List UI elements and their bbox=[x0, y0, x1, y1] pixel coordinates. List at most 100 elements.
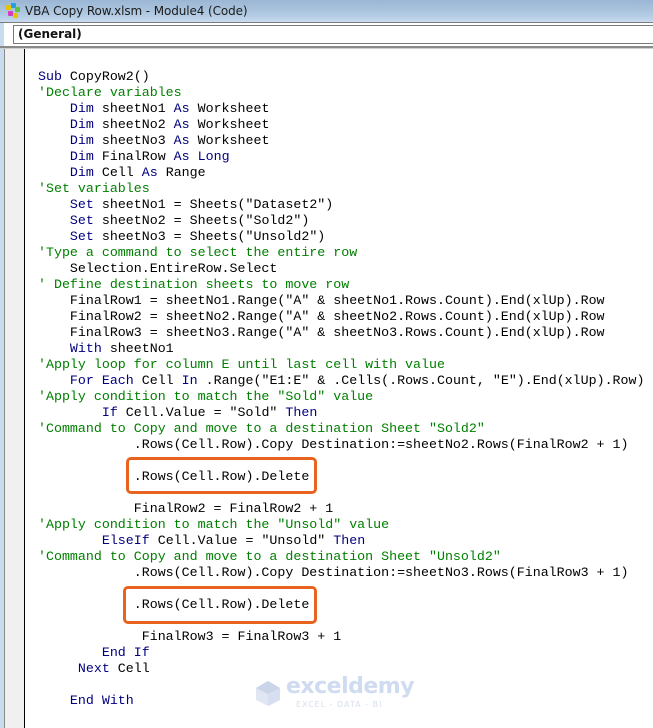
code-line[interactable]: FinalRow2 = FinalRow2 + 1 bbox=[38, 501, 644, 517]
code-line[interactable]: ' Define destination sheets to move row bbox=[38, 277, 644, 293]
code-window[interactable]: Sub CopyRow2() 'Declare variables Dim she… bbox=[0, 48, 653, 728]
code-line[interactable]: .Rows(Cell.Row).Copy Destination:=sheetN… bbox=[38, 437, 644, 453]
code-text: sheetNo2 = Sheets("Sold2") bbox=[93, 213, 310, 228]
code-comment: 'Apply loop for column E until last cell… bbox=[38, 357, 445, 372]
code-line[interactable]: FinalRow3 = sheetNo3.Range("A" & sheetNo… bbox=[38, 325, 644, 341]
code-text: sheetNo3 = Sheets("Unsold2") bbox=[93, 229, 326, 244]
code-text: Range bbox=[157, 165, 206, 180]
code-line[interactable]: Set sheetNo3 = Sheets("Unsold2") bbox=[38, 229, 644, 245]
code-keyword: As bbox=[173, 101, 190, 116]
code-text: FinalRow3 = sheetNo3.Range("A" & sheetNo… bbox=[38, 325, 605, 340]
code-keyword: With bbox=[69, 341, 102, 356]
code-keyword: Dim bbox=[69, 133, 94, 148]
code-line[interactable]: 'Apply loop for column E until last cell… bbox=[38, 357, 644, 373]
code-line[interactable]: 'Apply condition to match the "Sold" val… bbox=[38, 389, 644, 405]
code-line[interactable]: Sub CopyRow2() bbox=[38, 69, 644, 85]
code-line[interactable]: 'Type a command to select the entire row bbox=[38, 245, 644, 261]
code-comment: 'Type a command to select the entire row bbox=[38, 245, 358, 260]
code-keyword: Dim bbox=[69, 101, 94, 116]
code-line[interactable]: Dim Cell As Range bbox=[38, 165, 644, 181]
code-text: Worksheet bbox=[189, 101, 270, 116]
code-keyword: Dim bbox=[69, 165, 94, 180]
code-comment: 'Apply condition to match the "Unsold" v… bbox=[38, 517, 390, 532]
code-line[interactable]: Dim sheetNo1 As Worksheet bbox=[38, 101, 644, 117]
code-text: Cell bbox=[93, 165, 142, 180]
code-line[interactable]: 'Declare variables bbox=[38, 85, 644, 101]
code-text: .Rows(Cell.Row).Copy Destination:=sheetN… bbox=[38, 565, 629, 580]
code-line[interactable]: Selection.EntireRow.Select bbox=[38, 261, 644, 277]
code-keyword: Then bbox=[333, 533, 366, 548]
code-text: FinalRow2 = FinalRow2 + 1 bbox=[38, 501, 334, 516]
code-line[interactable]: ElseIf Cell.Value = "Unsold" Then bbox=[38, 533, 644, 549]
code-keyword: If bbox=[101, 405, 118, 420]
code-line[interactable]: Dim sheetNo2 As Worksheet bbox=[38, 117, 644, 133]
code-line[interactable]: With sheetNo1 bbox=[38, 341, 644, 357]
code-text: Worksheet bbox=[189, 117, 270, 132]
code-line[interactable]: FinalRow3 = FinalRow3 + 1 bbox=[38, 629, 644, 645]
code-line[interactable]: Dim sheetNo3 As Worksheet bbox=[38, 133, 644, 149]
code-text: Selection.EntireRow.Select bbox=[38, 261, 278, 276]
code-comment: ' Define destination sheets to move row bbox=[38, 277, 350, 292]
object-dropdown[interactable]: (General) bbox=[13, 25, 653, 44]
code-keyword: Dim bbox=[69, 149, 94, 164]
code-text: Cell bbox=[109, 661, 150, 676]
code-text: CopyRow2() bbox=[61, 69, 150, 84]
code-text: FinalRow3 = FinalRow3 + 1 bbox=[38, 629, 342, 644]
code-keyword: Then bbox=[285, 405, 318, 420]
code-text: FinalRow2 = sheetNo2.Range("A" & sheetNo… bbox=[38, 309, 605, 324]
code-keyword: Dim bbox=[69, 117, 94, 132]
code-keyword: Sub bbox=[38, 69, 62, 84]
code-text: sheetNo2 bbox=[93, 117, 174, 132]
code-line[interactable]: 'Command to Copy and move to a destinati… bbox=[38, 421, 644, 437]
code-line[interactable]: FinalRow2 = sheetNo2.Range("A" & sheetNo… bbox=[38, 309, 644, 325]
code-keyword: As bbox=[173, 117, 190, 132]
highlight-box-delete-unsold bbox=[123, 586, 317, 624]
code-keyword: For Each bbox=[69, 373, 134, 388]
highlight-box-delete-sold bbox=[126, 457, 317, 494]
code-line[interactable]: End If bbox=[38, 645, 644, 661]
code-line[interactable]: FinalRow1 = sheetNo1.Range("A" & sheetNo… bbox=[38, 293, 644, 309]
code-keyword: Set bbox=[69, 229, 94, 244]
code-text: sheetNo3 bbox=[93, 133, 174, 148]
code-text: sheetNo1 = Sheets("Dataset2") bbox=[93, 197, 334, 212]
code-line[interactable]: Dim FinalRow As Long bbox=[38, 149, 644, 165]
code-text: sheetNo1 bbox=[93, 101, 174, 116]
exceldemy-watermark: exceldemy EXCEL - DATA - BI bbox=[254, 674, 415, 716]
code-line[interactable]: 'Command to Copy and move to a destinati… bbox=[38, 549, 644, 565]
code-keyword: In bbox=[181, 373, 198, 388]
code-line[interactable]: If Cell.Value = "Sold" Then bbox=[38, 405, 644, 421]
code-line[interactable]: Set sheetNo1 = Sheets("Dataset2") bbox=[38, 197, 644, 213]
code-line[interactable]: For Each Cell In .Range("E1:E" & .Cells(… bbox=[38, 373, 645, 389]
window-frame bbox=[0, 23, 4, 46]
code-line[interactable]: .Rows(Cell.Row).Copy Destination:=sheetN… bbox=[38, 565, 644, 581]
code-line[interactable]: 'Apply condition to match the "Unsold" v… bbox=[38, 517, 644, 533]
watermark-brand: exceldemy bbox=[286, 674, 415, 699]
object-procedure-bar: (General) bbox=[0, 22, 653, 48]
vba-project-icon bbox=[5, 3, 21, 19]
code-keyword: As bbox=[173, 149, 190, 164]
code-text: Cell.Value = "Sold" bbox=[117, 405, 286, 420]
margin-indicator-bar[interactable] bbox=[4, 49, 25, 728]
code-line[interactable]: Set sheetNo2 = Sheets("Sold2") bbox=[38, 213, 644, 229]
code-comment: 'Command to Copy and move to a destinati… bbox=[38, 421, 485, 436]
exceldemy-logo-icon bbox=[256, 681, 280, 706]
code-text: FinalRow1 = sheetNo1.Range("A" & sheetNo… bbox=[38, 293, 605, 308]
code-comment: 'Command to Copy and move to a destinati… bbox=[38, 549, 501, 564]
code-comment: 'Apply condition to match the "Sold" val… bbox=[38, 389, 374, 404]
code-keyword: As bbox=[173, 133, 190, 148]
window-title: VBA Copy Row.xlsm - Module4 (Code) bbox=[25, 4, 248, 18]
code-keyword: Set bbox=[69, 197, 94, 212]
code-line[interactable]: 'Set variables bbox=[38, 181, 644, 197]
